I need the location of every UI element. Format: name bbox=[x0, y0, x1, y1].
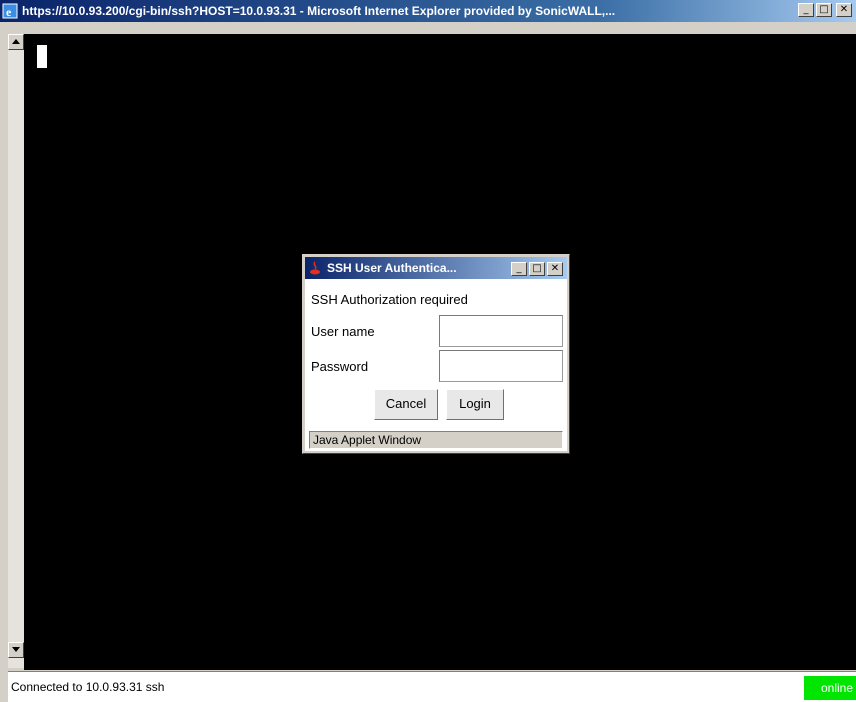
close-button[interactable]: ✕ bbox=[836, 3, 852, 17]
password-field[interactable] bbox=[439, 350, 563, 382]
online-indicator: online bbox=[804, 676, 856, 700]
password-label: Password bbox=[311, 359, 369, 374]
arrow-up-icon bbox=[12, 39, 20, 44]
window-titlebar[interactable]: e https://10.0.93.200/cgi-bin/ssh?HOST=1… bbox=[0, 0, 856, 22]
internet-explorer-icon: e bbox=[2, 3, 18, 19]
dialog-title: SSH User Authentica... bbox=[327, 261, 457, 275]
terminal-scrollbar[interactable] bbox=[8, 34, 24, 668]
username-label: User name bbox=[311, 324, 375, 339]
username-field[interactable] bbox=[439, 315, 563, 347]
scroll-down-button[interactable] bbox=[8, 642, 24, 658]
window-title: https://10.0.93.200/cgi-bin/ssh?HOST=10.… bbox=[22, 4, 616, 18]
svg-text:e: e bbox=[6, 5, 12, 19]
login-button[interactable]: Login bbox=[446, 389, 504, 420]
dialog-maximize-button[interactable]: □ bbox=[529, 262, 545, 276]
ssh-auth-dialog: SSH User Authentica... _ □ ✕ SSH Authori… bbox=[302, 254, 570, 454]
java-icon bbox=[309, 261, 321, 280]
dialog-heading: SSH Authorization required bbox=[311, 292, 468, 307]
dialog-minimize-button[interactable]: _ bbox=[511, 262, 527, 276]
scroll-up-button[interactable] bbox=[8, 34, 24, 50]
dialog-body: SSH User Authentica... _ □ ✕ SSH Authori… bbox=[305, 257, 567, 451]
status-bar: Connected to 10.0.93.31 ssh online bbox=[8, 671, 856, 702]
terminal-cursor bbox=[37, 45, 47, 68]
cancel-button[interactable]: Cancel bbox=[374, 389, 438, 420]
applet-warning-bar: Java Applet Window bbox=[309, 431, 563, 449]
dialog-close-button[interactable]: ✕ bbox=[547, 262, 563, 276]
dialog-titlebar[interactable]: SSH User Authentica... _ □ ✕ bbox=[305, 257, 567, 279]
connection-status-text: Connected to 10.0.93.31 ssh bbox=[11, 680, 165, 694]
minimize-button[interactable]: _ bbox=[798, 3, 814, 17]
maximize-button[interactable]: □ bbox=[816, 3, 832, 17]
arrow-down-icon bbox=[12, 647, 20, 652]
